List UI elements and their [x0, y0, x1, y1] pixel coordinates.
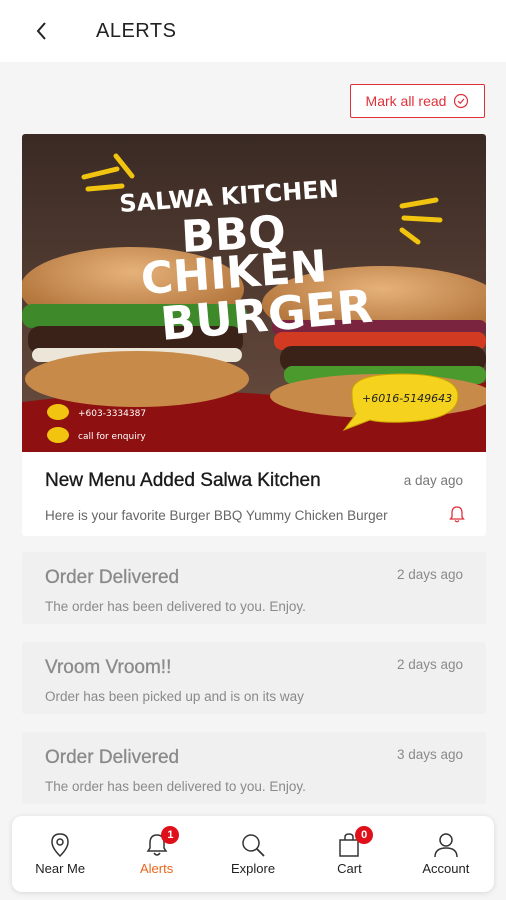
notification-title: New Menu Added Salwa Kitchen [45, 470, 321, 491]
banner-phone-2: +6016-5149643 [362, 392, 452, 405]
nav-item-alerts[interactable]: 1 Alerts [108, 816, 204, 892]
nav-label: Near Me [35, 861, 86, 876]
featured-card-body: New Menu Added Salwa Kitchen a day ago H… [22, 452, 486, 536]
banner-enquiry-text: call for enquiry [78, 432, 146, 442]
nav-item-account[interactable]: Account [398, 816, 494, 892]
notification-title: Order Delivered [45, 567, 180, 588]
notification-card[interactable]: Order Delivered 3 days ago The order has… [22, 732, 486, 804]
bell-icon [449, 506, 465, 523]
notification-message: Order has been picked up and is on its w… [45, 689, 304, 704]
notification-title: Order Delivered [45, 747, 180, 768]
notification-card-featured[interactable]: SALWA KITCHEN BBQ CHIKEN BURGER +603-333… [22, 134, 486, 536]
notification-time: 2 days ago [396, 567, 463, 582]
phone-icon [47, 404, 69, 420]
notification-message: The order has been delivered to you. Enj… [45, 779, 306, 794]
nav-label: Alerts [139, 861, 174, 876]
notification-card[interactable]: Vroom Vroom!! 2 days ago Order has been … [22, 642, 486, 714]
user-icon [434, 833, 458, 858]
nav-label: Cart [337, 861, 362, 876]
back-button[interactable] [22, 11, 62, 51]
promo-banner-image: SALWA KITCHEN BBQ CHIKEN BURGER +603-333… [22, 134, 486, 452]
alerts-badge: 1 [161, 826, 180, 844]
banner-phone-1: +603-3334387 [78, 409, 146, 419]
nav-item-cart[interactable]: 0 Cart [301, 816, 397, 892]
notification-card[interactable]: Order Delivered 2 days ago The order has… [22, 552, 486, 624]
bottom-navigation: Near Me 1 Alerts Explore 0 Cart Account [12, 816, 494, 892]
top-bar: ALERTS [0, 0, 506, 62]
notification-time: 3 days ago [396, 747, 463, 762]
nav-item-explore[interactable]: Explore [205, 816, 301, 892]
notification-message: The order has been delivered to you. Enj… [45, 599, 306, 614]
notification-title: Vroom Vroom!! [45, 657, 172, 678]
mark-all-read-button[interactable]: Mark all read [350, 84, 485, 118]
notification-message: Here is your favorite Burger BBQ Yummy C… [45, 508, 388, 523]
search-icon [242, 834, 265, 857]
notification-time: a day ago [403, 473, 463, 488]
nav-label: Explore [230, 861, 276, 876]
chevron-left-icon [36, 22, 46, 40]
mark-all-read-label: Mark all read [365, 93, 447, 109]
check-circle-icon [454, 93, 469, 109]
chat-icon [47, 427, 69, 443]
map-pin-icon [51, 833, 69, 858]
nav-label: Account [422, 861, 470, 876]
page-title: ALERTS [96, 19, 177, 42]
notification-time: 2 days ago [396, 657, 463, 672]
cart-badge: 0 [355, 826, 374, 844]
nav-item-near-me[interactable]: Near Me [12, 816, 108, 892]
